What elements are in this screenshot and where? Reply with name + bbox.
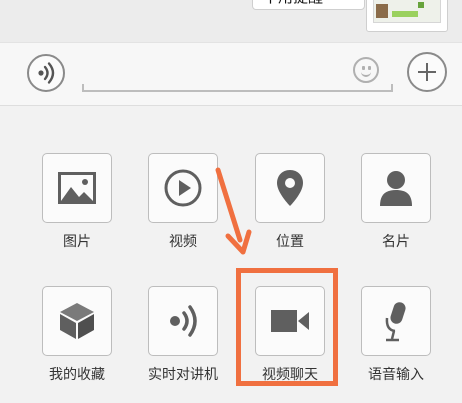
annotation-highlight-box — [236, 268, 338, 386]
annotation-arrow — [215, 167, 252, 255]
